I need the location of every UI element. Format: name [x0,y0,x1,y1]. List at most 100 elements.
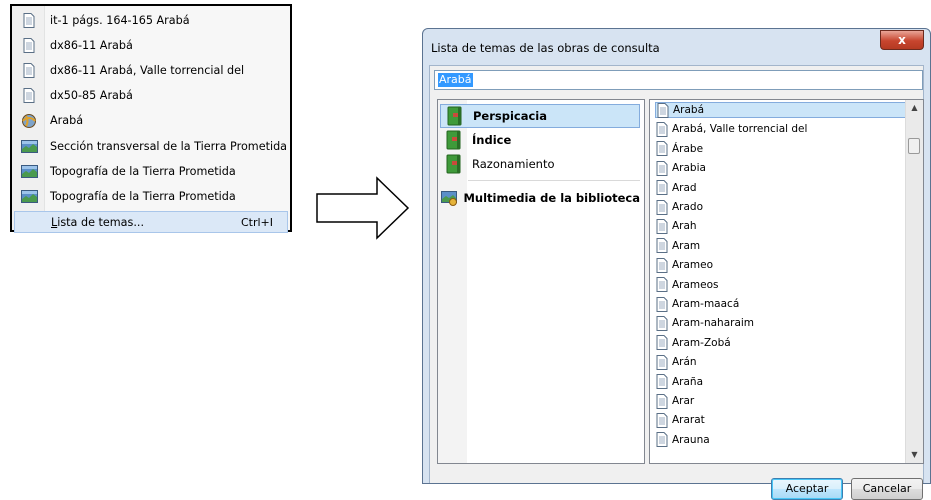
document-icon [14,37,44,53]
menu-item[interactable]: it-1 págs. 164-165 Arabá [14,9,288,31]
menu-item-label: dx50-85 Arabá [50,89,133,103]
topic-label: Arán [672,356,697,369]
publication-label: Razonamiento [472,157,555,171]
topic-item[interactable]: Arauna [655,432,710,448]
publication-item[interactable]: Multimedia de la biblioteca [440,186,640,210]
menu-item[interactable]: dx86-11 Arabá, Valle torrencial del [14,59,288,81]
menu-item-label: Lista de temas... [51,215,145,229]
context-menu: it-1 págs. 164-165 Arabá dx86-11 Arabá dx8… [10,4,292,233]
topic-label: Arabá [673,104,705,116]
document-icon [14,12,44,28]
scroll-up-icon[interactable]: ▲ [906,100,923,116]
search-input[interactable]: Arabá [434,70,923,90]
topic-label: Arameo [672,259,714,272]
topic-item[interactable]: Arameo [655,257,713,273]
media-icon [440,190,459,206]
document-icon [655,412,669,428]
document-icon [655,277,669,293]
topic-label: Arar [672,395,695,407]
document-icon [14,62,44,78]
topic-item[interactable]: Arad [655,180,697,196]
topic-item[interactable]: Arado [655,199,703,215]
topic-item[interactable]: Arabá [655,102,907,118]
document-icon [655,141,669,157]
document-icon [656,102,670,118]
topic-item[interactable]: Árabe [655,141,703,157]
map-image-icon [14,189,44,203]
document-icon [655,315,669,331]
topic-item[interactable]: Arar [655,393,694,409]
publication-item[interactable]: Índice [440,128,640,152]
document-icon [655,432,669,448]
right-arrow-icon [316,176,410,240]
topic-label: Aram [672,239,701,252]
topic-list: Arabá Arabá, Valle torrencial del Árabe Ara… [649,99,924,464]
menu-item-label: Arabá [50,114,84,128]
document-icon [655,257,669,273]
dialog-title: Lista de temas de las obras de consulta [431,41,660,55]
topic-label: Arah [672,220,697,233]
topic-list-scrollbar[interactable]: ▲ ▼ [905,100,923,463]
menu-item[interactable]: dx50-85 Arabá [14,85,288,107]
topic-label: Ararat [672,414,705,427]
topic-item[interactable]: Arabia [655,160,706,176]
globe-icon [14,113,44,129]
document-icon [655,199,669,215]
topic-item[interactable]: Aram-maacá [655,296,739,312]
topic-label: Arabá, Valle torrencial del [672,123,808,136]
topic-list-dialog: Lista de temas de las obras de consulta … [422,28,931,500]
topic-item[interactable]: Arah [655,218,697,234]
publication-list: Perspicacia Índice Razonamiento Multimedia … [437,99,645,464]
topic-item[interactable]: Aram-Zobá [655,335,731,351]
menu-item-label: Topografía de la Tierra Prometida [50,189,236,203]
topic-item[interactable]: Arabá, Valle torrencial del [655,121,807,137]
topic-label: Arabia [672,162,706,175]
topic-item[interactable]: Arán [655,354,697,370]
publication-label: Índice [472,133,512,147]
map-image-icon [14,164,44,178]
close-button[interactable]: x [880,30,924,50]
topic-item[interactable]: Ararat [655,412,705,428]
menu-item[interactable]: dx86-11 Arabá [14,34,288,56]
document-icon [14,88,44,104]
topic-item[interactable]: Arameos [655,277,719,293]
document-icon [655,296,669,312]
publication-item[interactable]: Perspicacia [440,104,640,128]
topic-label: Araña [672,375,704,388]
topic-label: Arauna [672,433,710,446]
menu-item[interactable]: Topografía de la Tierra Prometida [14,185,288,207]
document-icon [655,180,669,196]
topic-item[interactable]: Araña [655,374,703,390]
menu-item-label: dx86-11 Arabá [50,38,133,52]
document-icon [655,354,669,370]
topic-label: Arameos [672,278,719,291]
publication-list-separator [468,180,640,181]
document-icon [655,374,669,390]
dialog-client-area: Arabá Perspicacia Índice Razonamiento Multi… [429,65,924,500]
scroll-thumb[interactable] [908,138,920,154]
accept-button[interactable]: Aceptar [771,478,843,500]
document-icon [655,238,669,254]
close-icon: x [898,33,906,47]
publication-label: Perspicacia [473,109,548,123]
menu-item-topic-list[interactable]: Lista de temas... Ctrl+I [14,211,288,233]
cancel-button[interactable]: Cancelar [851,478,923,500]
green-book-icon [440,130,468,150]
menu-shortcut: Ctrl+I [240,215,273,229]
search-input-value: Arabá [438,73,473,87]
topic-item[interactable]: Aram-naharaim [655,315,754,331]
topic-label: Aram-Zobá [672,336,731,349]
document-icon [655,218,669,234]
menu-item-label: Sección transversal de la Tierra Prometi… [50,139,288,153]
menu-item[interactable]: Sección transversal de la Tierra Prometi… [14,135,288,157]
document-icon [655,160,669,176]
document-icon [655,121,669,137]
publication-item[interactable]: Razonamiento [440,152,640,176]
scroll-down-icon[interactable]: ▼ [906,447,923,463]
menu-item[interactable]: Topografía de la Tierra Prometida [14,160,288,182]
menu-item[interactable]: Arabá [14,110,288,132]
topic-item[interactable]: Aram [655,238,700,254]
map-image-icon [14,139,44,153]
document-icon [655,335,669,351]
document-icon [655,393,669,409]
